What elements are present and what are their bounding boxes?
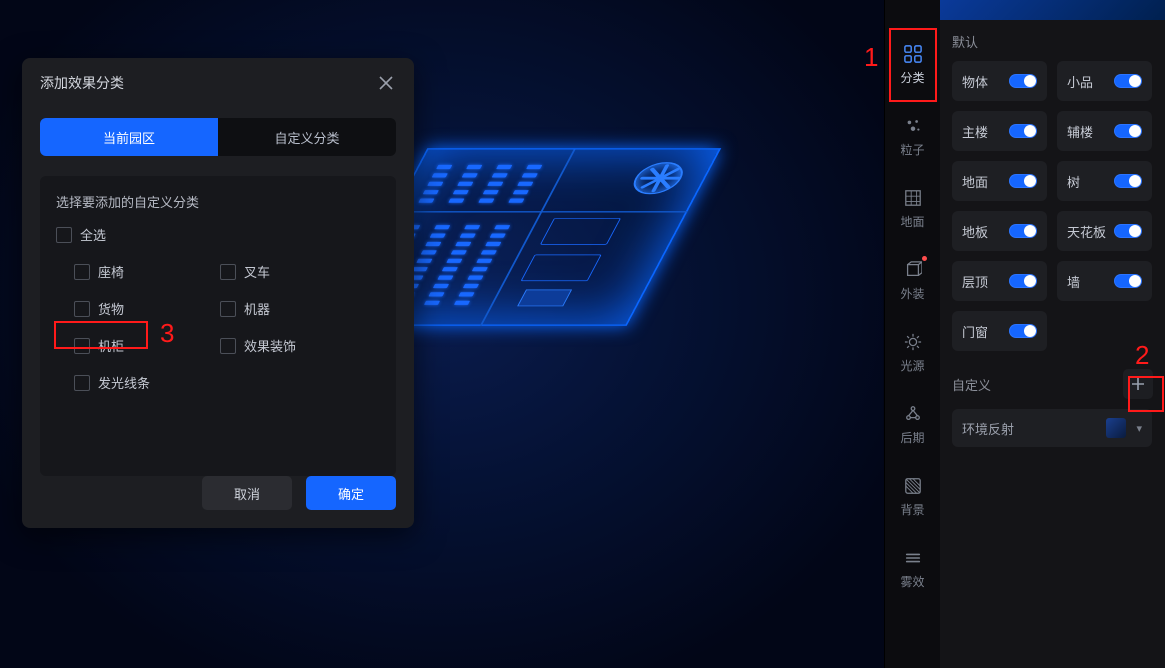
toggle-ornament[interactable]: 小品 bbox=[1057, 61, 1152, 101]
toggle-roof[interactable]: 层顶 bbox=[952, 261, 1047, 301]
toggle-window[interactable]: 门窗 bbox=[952, 311, 1047, 351]
checkbox-icon bbox=[74, 375, 90, 391]
checkbox-label: 效果装饰 bbox=[244, 336, 296, 355]
switch-icon bbox=[1009, 274, 1037, 288]
checkbox-select-all[interactable]: 全选 bbox=[56, 225, 380, 244]
toggle-label: 物体 bbox=[962, 72, 988, 91]
section-default-title: 默认 bbox=[952, 32, 1153, 51]
section-custom-title: 自定义 bbox=[952, 375, 991, 394]
particle-icon bbox=[902, 115, 924, 137]
checkbox-icon bbox=[220, 264, 236, 280]
checkbox-icon bbox=[56, 227, 72, 243]
toggle-label: 门窗 bbox=[962, 322, 988, 341]
post-icon bbox=[902, 403, 924, 425]
side-icon-fog[interactable]: 雾效 bbox=[885, 532, 941, 604]
exterior-icon bbox=[902, 259, 924, 281]
checkbox-label: 座椅 bbox=[98, 262, 124, 281]
checkbox-item[interactable]: 机器 bbox=[220, 299, 296, 318]
toggle-label: 天花板 bbox=[1067, 222, 1106, 241]
light-icon bbox=[902, 331, 924, 353]
toggle-label: 层顶 bbox=[962, 272, 988, 291]
side-icon-label: 光源 bbox=[900, 357, 924, 374]
annotation-label-3: 3 bbox=[160, 318, 174, 349]
annotation-box-1 bbox=[889, 28, 937, 102]
side-icon-label: 雾效 bbox=[900, 573, 924, 590]
switch-icon bbox=[1114, 124, 1142, 138]
side-icon-background[interactable]: 背景 bbox=[885, 460, 941, 532]
switch-icon bbox=[1009, 174, 1037, 188]
side-icon-particle[interactable]: 粒子 bbox=[885, 100, 941, 172]
annotation-box-3 bbox=[54, 321, 148, 349]
toggle-object[interactable]: 物体 bbox=[952, 61, 1047, 101]
toggle-label: 地板 bbox=[962, 222, 988, 241]
add-effect-category-modal: 添加效果分类 当前园区 自定义分类 选择要添加的自定义分类 全选 座椅 货物 机… bbox=[22, 58, 414, 528]
toggle-label: 小品 bbox=[1067, 72, 1093, 91]
toggle-label: 辅楼 bbox=[1067, 122, 1093, 141]
checkbox-label: 全选 bbox=[80, 225, 106, 244]
tab-current-park[interactable]: 当前园区 bbox=[40, 118, 218, 156]
toggle-aux-building[interactable]: 辅楼 bbox=[1057, 111, 1152, 151]
modal-tabs: 当前园区 自定义分类 bbox=[40, 118, 396, 156]
env-reflect-select[interactable]: 环境反射 ▾ bbox=[952, 409, 1152, 447]
toggle-floor[interactable]: 地板 bbox=[952, 211, 1047, 251]
close-icon[interactable] bbox=[376, 73, 396, 93]
switch-icon bbox=[1114, 174, 1142, 188]
list-title: 选择要添加的自定义分类 bbox=[56, 192, 380, 211]
toggle-tree[interactable]: 树 bbox=[1057, 161, 1152, 201]
side-icon-label: 外装 bbox=[900, 285, 924, 302]
toggle-label: 墙 bbox=[1067, 272, 1080, 291]
env-reflect-label: 环境反射 bbox=[962, 419, 1014, 438]
side-icon-exterior[interactable]: 外装 bbox=[885, 244, 941, 316]
checkbox-icon bbox=[74, 301, 90, 317]
annotation-label-1: 1 bbox=[864, 42, 878, 73]
cancel-button[interactable]: 取消 bbox=[202, 476, 292, 510]
checkbox-item-glow-lines[interactable]: 发光线条 bbox=[74, 373, 150, 392]
checkbox-icon bbox=[74, 264, 90, 280]
toggle-label: 地面 bbox=[962, 172, 988, 191]
properties-panel: 默认 物体 小品 主楼 辅楼 地面 树 地板 天花板 层顶 墙 门窗 自定义 环… bbox=[940, 0, 1165, 668]
toggle-ground[interactable]: 地面 bbox=[952, 161, 1047, 201]
toggle-wall[interactable]: 墙 bbox=[1057, 261, 1152, 301]
confirm-button[interactable]: 确定 bbox=[306, 476, 396, 510]
checkbox-label: 货物 bbox=[98, 299, 124, 318]
checkbox-item[interactable]: 货物 bbox=[74, 299, 150, 318]
switch-icon bbox=[1114, 224, 1142, 238]
side-icon-label: 粒子 bbox=[900, 141, 924, 158]
side-icon-label: 后期 bbox=[900, 429, 924, 446]
side-icon-post[interactable]: 后期 bbox=[885, 388, 941, 460]
switch-icon bbox=[1114, 274, 1142, 288]
side-icon-label: 地面 bbox=[900, 213, 924, 230]
toggle-main-building[interactable]: 主楼 bbox=[952, 111, 1047, 151]
chevron-down-icon: ▾ bbox=[1136, 422, 1142, 435]
annotation-box-2 bbox=[1128, 376, 1164, 412]
annotation-label-2: 2 bbox=[1135, 340, 1149, 371]
toggle-label: 树 bbox=[1067, 172, 1080, 191]
toggle-ceiling[interactable]: 天花板 bbox=[1057, 211, 1152, 251]
modal-title: 添加效果分类 bbox=[40, 73, 124, 93]
switch-icon bbox=[1009, 124, 1037, 138]
side-icon-light[interactable]: 光源 bbox=[885, 316, 941, 388]
switch-icon bbox=[1009, 74, 1037, 88]
ground-icon bbox=[902, 187, 924, 209]
checkbox-item[interactable]: 座椅 bbox=[74, 262, 150, 281]
background-icon bbox=[902, 475, 924, 497]
checkbox-icon bbox=[220, 301, 236, 317]
switch-icon bbox=[1009, 224, 1037, 238]
toggle-label: 主楼 bbox=[962, 122, 988, 141]
side-icon-label: 背景 bbox=[900, 501, 924, 518]
checkbox-label: 发光线条 bbox=[98, 373, 150, 392]
side-icon-ground[interactable]: 地面 bbox=[885, 172, 941, 244]
checkbox-item[interactable]: 效果装饰 bbox=[220, 336, 296, 355]
env-swatch-icon bbox=[1106, 418, 1126, 438]
checkbox-icon bbox=[220, 338, 236, 354]
switch-icon bbox=[1009, 324, 1037, 338]
panel-thumbnail bbox=[940, 0, 1165, 20]
fog-icon bbox=[902, 547, 924, 569]
tab-custom-category[interactable]: 自定义分类 bbox=[218, 118, 396, 156]
checkbox-label: 叉车 bbox=[244, 262, 270, 281]
switch-icon bbox=[1114, 74, 1142, 88]
checkbox-item[interactable]: 叉车 bbox=[220, 262, 296, 281]
checkbox-label: 机器 bbox=[244, 299, 270, 318]
